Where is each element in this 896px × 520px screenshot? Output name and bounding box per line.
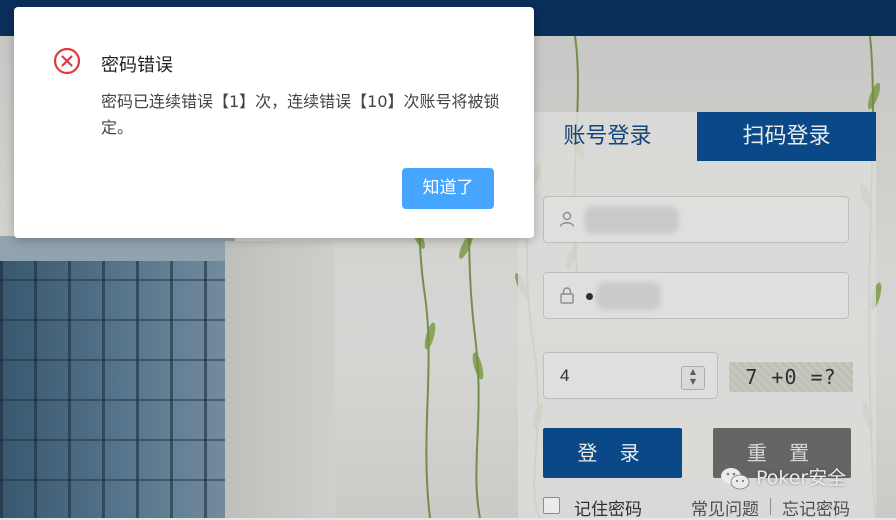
confirm-button[interactable]: 知道了: [402, 168, 494, 209]
modal-title: 密码错误: [101, 55, 173, 76]
error-modal: 密码错误 密码已连续错误【1】次，连续错误【10】次账号将被锁定。 知道了: [14, 7, 534, 238]
modal-message: 密码已连续错误【1】次，连续错误【10】次账号将被锁定。: [101, 92, 500, 137]
error-circle-icon: [53, 47, 81, 75]
